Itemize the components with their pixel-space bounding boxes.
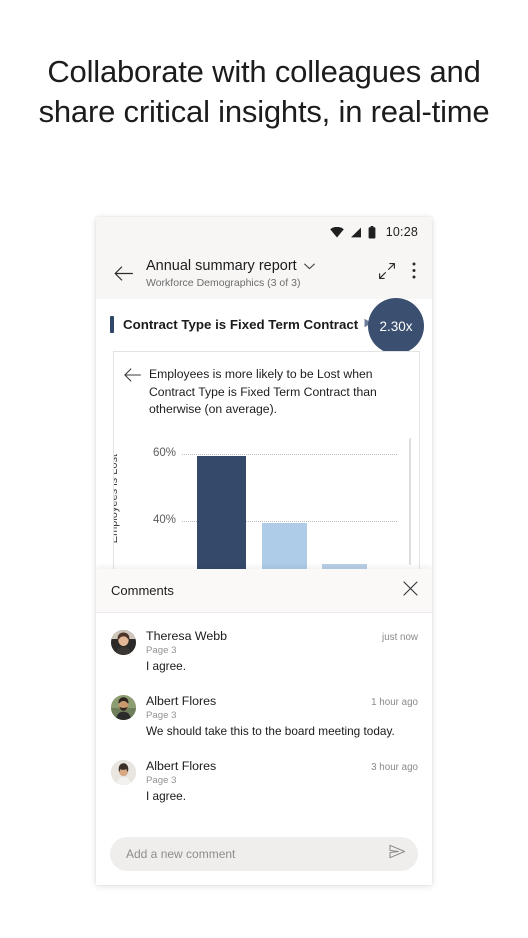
comment-page: Page 3 [146,710,177,721]
comment-list: Theresa Webb just now Page 3 I agree. Al… [96,613,432,814]
page-title: Collaborate with colleagues and share cr… [38,54,490,129]
comment-input[interactable] [126,847,389,861]
y-tick-40: 40% [152,514,176,526]
promo-screen: Collaborate with colleagues and share cr… [0,0,528,938]
report-title: Annual summary report [146,258,297,274]
comment-text: We should take this to the board meeting… [146,724,395,738]
comments-header: Comments [96,569,432,613]
comment-time: 1 hour ago [371,697,418,708]
header-actions [378,262,418,285]
comments-title: Comments [111,583,174,598]
comment-author: Albert Flores [146,694,217,708]
status-time: 10:28 [385,225,418,239]
comments-panel: Comments Theresa Webb just now Page 3 I … [96,569,432,885]
comment-author: Theresa Webb [146,629,228,643]
comment-meta: Theresa Webb just now [146,629,418,643]
comment-page: Page 3 [146,645,177,656]
comment-body: Albert Flores 3 hour ago Page 3 I agree. [146,759,418,804]
chart-scrollbar[interactable] [409,438,411,565]
report-subtitle: Workforce Demographics (3 of 3) [146,277,301,289]
chevron-down-icon[interactable] [303,257,315,275]
ratio-badge[interactable]: 2.30x [368,298,424,354]
list-item[interactable]: Theresa Webb just now Page 3 I agree. [96,619,432,684]
comment-meta: Albert Flores 1 hour ago [146,694,418,708]
phone-mockup: 10:28 Annual summary report Workforce De… [96,217,432,885]
comment-meta: Albert Flores 3 hour ago [146,759,418,773]
comment-author: Albert Flores [146,759,217,773]
bar-1[interactable] [197,456,246,569]
chart-y-axis-label: Employees is Lost [113,454,120,544]
cellular-signal-icon [350,227,362,238]
chart-card: Employees is more likely to be Lost when… [113,351,420,569]
back-button[interactable] [108,265,138,281]
close-icon[interactable] [403,580,418,601]
comment-time: 3 hour ago [371,762,418,773]
insight-title: Contract Type is Fixed Term Contract [123,316,359,332]
insight-back-icon[interactable] [124,366,141,419]
insight-header: Contract Type is Fixed Term Contract 2.3… [96,298,432,354]
avatar [111,760,136,785]
report-title-row[interactable]: Annual summary report [146,257,378,275]
avatar [111,695,136,720]
bar-chart: Employees is Lost 60% 40% [114,432,413,569]
comment-text: I agree. [146,789,187,803]
report-content: Contract Type is Fixed Term Contract 2.3… [96,298,432,569]
accent-bar [110,315,114,333]
comment-time: just now [382,632,418,643]
list-item[interactable]: Albert Flores 3 hour ago Page 3 I agree. [96,749,432,814]
wifi-icon [329,226,344,238]
kebab-menu-icon[interactable] [412,262,416,284]
comment-body: Theresa Webb just now Page 3 I agree. [146,629,418,674]
bar-2[interactable] [262,523,307,569]
list-item[interactable]: Albert Flores 1 hour ago Page 3 We shoul… [96,684,432,749]
app-header: Annual summary report Workforce Demograp… [96,247,432,299]
header-titles: Annual summary report Workforce Demograp… [138,257,378,289]
insight-description-row: Employees is more likely to be Lost when… [114,352,419,419]
insight-description: Employees is more likely to be Lost when… [149,367,377,416]
expand-diagonal-icon[interactable] [378,262,396,285]
send-paper-plane-icon[interactable] [389,844,406,864]
y-tick-60: 60% [152,447,176,459]
comment-body: Albert Flores 1 hour ago Page 3 We shoul… [146,694,418,739]
comment-text: I agree. [146,659,187,673]
gridline-60 [182,454,397,455]
comment-page: Page 3 [146,775,177,786]
battery-icon [368,225,376,239]
avatar [111,630,136,655]
status-bar: 10:28 [96,217,432,247]
comment-composer[interactable] [110,837,418,871]
